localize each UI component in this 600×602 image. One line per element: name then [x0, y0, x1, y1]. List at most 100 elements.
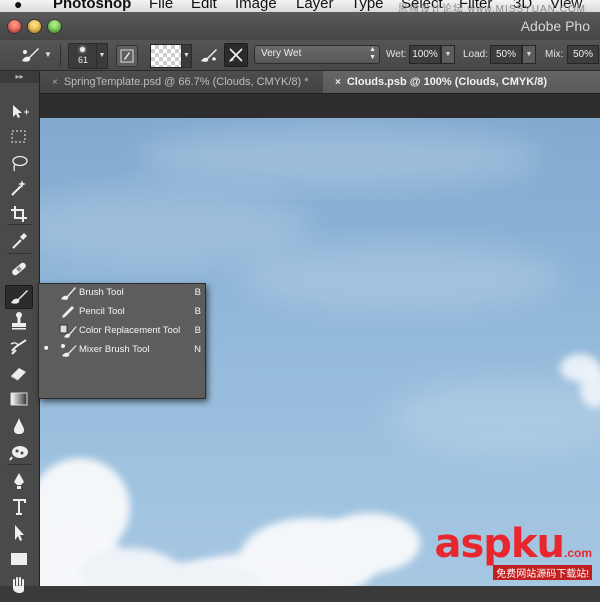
flyout-item-brush-tool[interactable]: Brush Tool B: [39, 284, 205, 302]
minimize-window-button[interactable]: [28, 20, 41, 33]
chevron-down-icon[interactable]: ▼: [522, 45, 536, 64]
arrow-icon: [7, 525, 31, 547]
marquee-tool[interactable]: [7, 126, 31, 148]
mixer-brush-icon[interactable]: [18, 44, 42, 66]
shortcut-key: B: [194, 325, 201, 336]
healing-brush-tool[interactable]: [7, 258, 31, 280]
flyout-item-color-replacement-tool[interactable]: Color Replacement Tool B: [39, 322, 205, 340]
rectangle-icon: [7, 553, 31, 573]
chevron-down-icon[interactable]: ▼: [181, 44, 192, 68]
aspku-watermark: aspku.com 免费网站源码下载站!: [434, 524, 592, 580]
gradient-tool[interactable]: [7, 388, 31, 410]
move-tool[interactable]: [7, 101, 31, 123]
brush-tool[interactable]: [5, 285, 33, 309]
toolbar-divider: [7, 464, 31, 465]
eraser-tool[interactable]: [7, 362, 31, 384]
brush-preset-picker[interactable]: 61: [68, 43, 98, 69]
pen-tool[interactable]: [7, 470, 31, 492]
crop-tool[interactable]: [7, 203, 31, 225]
clean-brush-button[interactable]: [224, 43, 248, 67]
document-header-strip: [40, 94, 600, 118]
menu-bar: ● Photoshop File Edit Image Layer Type S…: [0, 0, 600, 12]
path-selection-tool[interactable]: [7, 522, 31, 544]
zoom-window-button[interactable]: [48, 20, 61, 33]
menu-type[interactable]: Type: [351, 0, 384, 12]
window-title: Adobe Pho: [520, 18, 590, 34]
menu-layer[interactable]: Layer: [296, 0, 334, 12]
toolbar-divider: [7, 253, 31, 254]
tab-label: Clouds.psb @ 100% (Clouds, CMYK/8): [346, 76, 548, 88]
type-icon: [7, 499, 31, 521]
eyedropper-tool[interactable]: [7, 230, 31, 252]
toolbar-divider: [7, 224, 31, 225]
bandage-icon: [7, 262, 31, 283]
history-brush-icon: [7, 339, 31, 361]
tools-panel: ▸▸: [0, 71, 40, 593]
load-field[interactable]: 50%: [490, 45, 522, 64]
stamp-icon: [7, 312, 31, 335]
mix-preset-dropdown[interactable]: Very Wet ▲ ▼: [254, 45, 380, 64]
brush-icon: [59, 284, 77, 302]
watermark-tagline: 免费网站源码下载站!: [493, 565, 592, 580]
divider: [60, 44, 61, 66]
brush-panel-toggle-button[interactable]: [116, 45, 138, 67]
shape-tool[interactable]: [7, 548, 31, 570]
pencil-icon: [59, 303, 77, 321]
lasso-tool[interactable]: [7, 152, 31, 174]
stamp-tool[interactable]: [7, 310, 31, 332]
load-label: Load:: [463, 49, 489, 60]
pen-icon: [7, 473, 31, 495]
mix-preset-value: Very Wet: [261, 48, 302, 59]
menu-image[interactable]: Image: [235, 0, 277, 12]
tab-label: SpringTemplate.psd @ 66.7% (Clouds, CMYK…: [63, 76, 309, 88]
menu-file[interactable]: File: [149, 0, 173, 12]
brush-tip-icon: [80, 47, 85, 52]
dodge-tool[interactable]: [7, 441, 31, 463]
shortcut-key: B: [194, 306, 201, 317]
close-window-button[interactable]: [8, 20, 21, 33]
wet-field[interactable]: 100%: [409, 45, 441, 64]
up-down-arrows-icon: ▲ ▼: [369, 46, 376, 61]
watermark-domain: .com: [563, 546, 592, 560]
flyout-item-label: Color Replacement Tool: [79, 325, 181, 336]
menu-edit[interactable]: Edit: [191, 0, 217, 12]
type-tool[interactable]: [7, 496, 31, 518]
menu-app-name[interactable]: Photoshop: [53, 0, 131, 12]
brush-size-value: 61: [77, 55, 88, 65]
load-brush-button[interactable]: [198, 45, 220, 65]
close-icon[interactable]: ×: [52, 77, 58, 88]
toolbar-collapse-button[interactable]: ▸▸: [0, 71, 39, 83]
move-icon: [7, 105, 31, 126]
magic-wand-icon: [7, 180, 31, 202]
history-brush-tool[interactable]: [7, 336, 31, 358]
shortcut-key: N: [194, 344, 201, 355]
tab-spring-template[interactable]: × SpringTemplate.psd @ 66.7% (Clouds, CMY…: [40, 71, 335, 93]
magic-wand-tool[interactable]: [7, 177, 31, 199]
shortcut-key: B: [194, 287, 201, 298]
tab-clouds[interactable]: × Clouds.psb @ 100% (Clouds, CMYK/8): [323, 71, 600, 93]
flyout-item-mixer-brush-tool[interactable]: ■ Mixer Brush Tool N: [39, 341, 205, 359]
site-watermark-text: 思缘设计论坛 www.MISSYUAN.COM: [397, 4, 586, 12]
close-icon[interactable]: ×: [335, 77, 341, 88]
crop-icon: [7, 206, 31, 228]
gradient-icon: [7, 392, 31, 413]
flyout-item-pencil-tool[interactable]: Pencil Tool B: [39, 303, 205, 321]
chevron-down-icon[interactable]: ▼: [44, 50, 52, 59]
eraser-icon: [7, 368, 31, 387]
hand-icon: [7, 577, 31, 599]
chevron-down-icon[interactable]: ▼: [96, 43, 108, 69]
marquee-icon: [7, 130, 31, 151]
hand-tool[interactable]: [7, 574, 31, 596]
color-replacement-icon: [59, 322, 77, 340]
flyout-item-label: Mixer Brush Tool: [79, 344, 150, 355]
chevron-down-icon[interactable]: ▼: [441, 45, 455, 64]
apple-icon[interactable]: ●: [14, 0, 22, 12]
mixer-brush-icon: [59, 341, 77, 359]
options-bar: ▼ 61 ▼ ▼ Very Wet ▲ ▼ Wet: 100% ▼ Load: 5…: [0, 40, 600, 71]
blur-icon: [7, 418, 31, 440]
selected-indicator: ■: [44, 345, 49, 352]
blur-tool[interactable]: [7, 415, 31, 437]
current-brush-load-swatch[interactable]: [150, 44, 182, 68]
mix-field[interactable]: 50%: [567, 45, 599, 64]
flyout-item-label: Brush Tool: [79, 287, 124, 298]
